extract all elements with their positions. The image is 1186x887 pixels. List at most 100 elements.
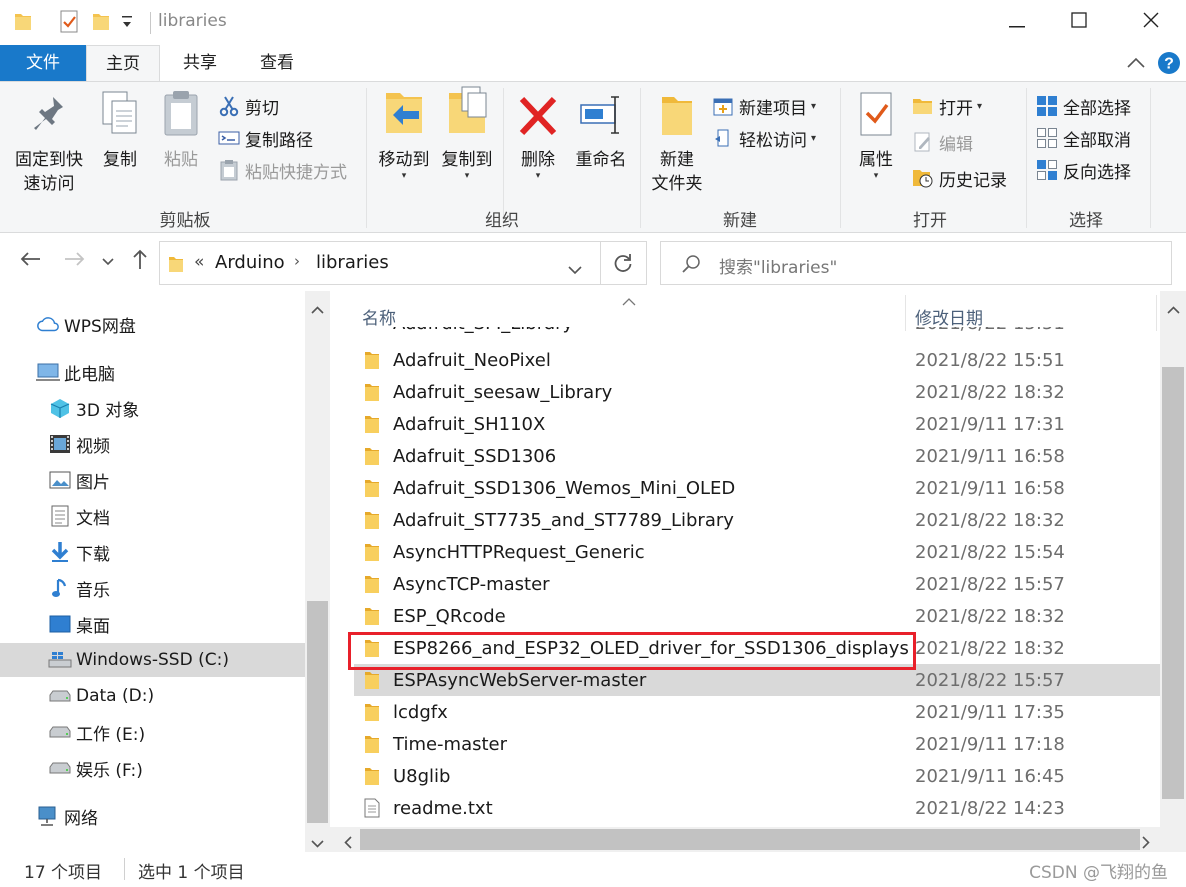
nav-item-3d-objects[interactable]: 3D 对象	[0, 391, 305, 425]
cut-button[interactable]: 剪切	[218, 92, 279, 120]
nav-item-wps-drive[interactable]: WPS网盘	[0, 307, 305, 341]
nav-item-music[interactable]: 音乐	[0, 571, 305, 605]
nav-item-desktop[interactable]: 桌面	[0, 607, 305, 641]
tab-home[interactable]: 主页	[86, 45, 160, 82]
properties-button[interactable]: 属性 ▾	[846, 92, 906, 181]
select-all-button[interactable]: 全部选择	[1036, 92, 1131, 120]
history-button[interactable]: 历史记录	[912, 164, 1007, 192]
select-none-button[interactable]: 全部取消	[1036, 124, 1131, 152]
new-folder-quick-icon[interactable]	[92, 10, 110, 34]
properties-quick-icon[interactable]	[58, 10, 80, 34]
breadcrumb-libraries[interactable]: libraries	[316, 252, 389, 273]
table-row[interactable]: Adafruit_seesaw_Library 2021/8/22 18:32	[354, 376, 1160, 408]
table-row[interactable]: Adafruit_SSD1306_Wemos_Mini_OLED 2021/9/1…	[354, 472, 1160, 504]
search-box[interactable]: 搜索"libraries"	[660, 241, 1172, 285]
file-list-hscroll-thumb[interactable]	[360, 829, 1140, 850]
back-button[interactable]	[16, 247, 44, 275]
maximize-icon	[1071, 12, 1087, 33]
scroll-right-icon[interactable]	[1142, 834, 1150, 854]
nav-scroll-thumb[interactable]	[307, 601, 328, 823]
file-list-hscrollbar[interactable]	[330, 827, 1186, 852]
window-title: libraries	[158, 11, 227, 31]
search-icon	[681, 254, 701, 279]
scroll-up-icon[interactable]	[311, 299, 324, 319]
folder-icon	[364, 606, 380, 631]
nav-item-downloads[interactable]: 下载	[0, 535, 305, 569]
up-button[interactable]	[128, 247, 152, 275]
customize-quick-access-icon[interactable]	[120, 14, 134, 38]
move-to-button[interactable]: 移动到 ▾	[372, 92, 436, 181]
folder-icon	[14, 10, 32, 34]
back-arrow-icon	[19, 251, 41, 272]
forward-button[interactable]	[62, 247, 88, 275]
collapse-ribbon-icon[interactable]	[1126, 55, 1146, 75]
invert-selection-button[interactable]: 反向选择	[1036, 156, 1131, 184]
tab-share[interactable]: 共享	[164, 45, 236, 81]
nav-item-documents[interactable]: 文档	[0, 499, 305, 533]
open-button[interactable]: 打开 ▾	[912, 92, 982, 120]
file-modified-date: 2021/8/22 18:32	[915, 509, 1065, 531]
table-row[interactable]: ESP_QRcode 2021/8/22 18:32	[354, 600, 1160, 632]
copy-to-button[interactable]: 复制到 ▾	[436, 86, 498, 181]
easy-access-button[interactable]: 轻松访问 ▾	[712, 124, 816, 152]
table-row[interactable]: Adafruit_SH110X 2021/9/11 17:31	[354, 408, 1160, 440]
delete-button[interactable]: 删除 ▾	[510, 92, 566, 181]
refresh-icon[interactable]	[612, 252, 634, 279]
easy-access-icon	[712, 127, 734, 149]
column-divider[interactable]	[905, 295, 906, 331]
copy-icon	[100, 89, 140, 144]
new-item-button[interactable]: 新建项目 ▾	[712, 92, 816, 120]
sort-ascending-icon	[622, 291, 636, 311]
tab-file[interactable]: 文件	[0, 45, 86, 81]
recent-locations-button[interactable]	[98, 247, 118, 275]
scroll-left-icon[interactable]	[344, 834, 352, 854]
minimize-button[interactable]	[986, 0, 1048, 45]
group-label-new: 新建	[723, 211, 757, 231]
column-name[interactable]: 名称	[362, 304, 396, 329]
nav-item-drive-e[interactable]: 工作 (E:)	[0, 715, 305, 749]
delete-x-icon	[518, 95, 558, 144]
help-icon[interactable]: ?	[1157, 51, 1181, 80]
table-row[interactable]: Adafruit_NeoPixel 2021/8/22 15:51	[354, 344, 1160, 376]
paste-button[interactable]: 粘贴	[152, 91, 210, 172]
file-list-vscrollbar[interactable]	[1160, 291, 1186, 827]
nav-item-drive-c[interactable]: Windows-SSD (C:)	[0, 643, 305, 677]
pin-to-quick-access-button[interactable]: 固定到快 速访问	[8, 92, 90, 196]
edit-button[interactable]: 编辑	[912, 128, 973, 156]
maximize-button[interactable]	[1048, 0, 1110, 45]
table-row[interactable]: U8glib 2021/9/11 16:45	[354, 760, 1160, 792]
scroll-up-icon[interactable]	[1167, 299, 1180, 319]
file-modified-date: 2021/8/22 15:51	[915, 349, 1065, 371]
address-history-chevron-icon[interactable]	[568, 260, 582, 280]
table-row[interactable]: lcdgfx 2021/9/11 17:35	[354, 696, 1160, 728]
breadcrumb-arduino[interactable]: Arduino	[215, 252, 285, 273]
nav-item-drive-d[interactable]: Data (D:)	[0, 679, 305, 713]
edit-icon	[912, 131, 934, 153]
rename-button[interactable]: 重命名	[568, 92, 634, 172]
column-modified[interactable]: 修改日期	[915, 304, 983, 329]
file-name: Adafruit_seesaw_Library	[393, 381, 613, 403]
copy-path-button[interactable]: 复制路径	[218, 124, 313, 152]
nav-item-this-pc[interactable]: 此电脑	[0, 355, 305, 389]
copy-button[interactable]: 复制	[92, 89, 148, 172]
table-row[interactable]: AsyncHTTPRequest_Generic 2021/8/22 15:54	[354, 536, 1160, 568]
table-row[interactable]: AsyncTCP-master 2021/8/22 15:57	[354, 568, 1160, 600]
close-button[interactable]	[1120, 0, 1182, 45]
table-row[interactable]: Time-master 2021/9/11 17:18	[354, 728, 1160, 760]
nav-item-videos[interactable]: 视频	[0, 427, 305, 461]
tab-view[interactable]: 查看	[241, 45, 313, 81]
table-row[interactable]: Adafruit_SSD1306 2021/9/11 16:58	[354, 440, 1160, 472]
nav-item-drive-f[interactable]: 娱乐 (F:)	[0, 751, 305, 785]
new-folder-button[interactable]: 新建 文件夹	[644, 92, 710, 196]
table-row[interactable]: readme.txt 2021/8/22 14:23	[354, 792, 1160, 824]
breadcrumb-overflow[interactable]: «	[194, 252, 204, 272]
scroll-down-icon[interactable]	[311, 833, 324, 853]
nav-item-network[interactable]: 网络	[0, 799, 305, 833]
paste-shortcut-button[interactable]: 粘贴快捷方式	[218, 156, 347, 184]
column-divider[interactable]	[1156, 295, 1157, 331]
nav-item-pictures[interactable]: 图片	[0, 463, 305, 497]
file-list-scroll-thumb[interactable]	[1162, 367, 1184, 799]
nav-scrollbar[interactable]	[305, 291, 330, 852]
address-bar[interactable]: « Arduino › libraries	[159, 241, 647, 285]
table-row[interactable]: Adafruit_ST7735_and_ST7789_Library 2021/8…	[354, 504, 1160, 536]
